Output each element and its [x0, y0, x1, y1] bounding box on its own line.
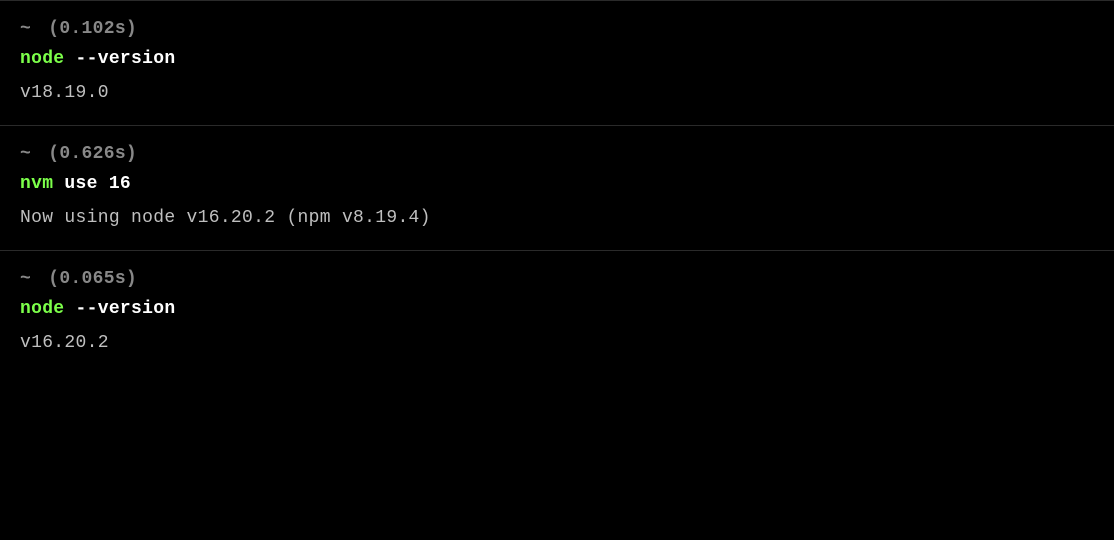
prompt-line: ~ (0.626s) [20, 144, 1094, 164]
command-line: nvm use 16 [20, 174, 1094, 194]
terminal-command-block[interactable]: ~ (0.102s) node --version v18.19.0 [0, 0, 1114, 125]
prompt-line: ~ (0.102s) [20, 19, 1094, 39]
command-output: v16.20.2 [20, 333, 1094, 353]
prompt-path: ~ [20, 269, 31, 289]
command-arguments: --version [64, 299, 175, 319]
command-output: Now using node v16.20.2 (npm v8.19.4) [20, 208, 1094, 228]
command-executable: nvm [20, 174, 53, 194]
command-line: node --version [20, 49, 1094, 69]
prompt-timing: (0.626s) [48, 144, 137, 164]
command-executable: node [20, 299, 64, 319]
prompt-line: ~ (0.065s) [20, 269, 1094, 289]
prompt-timing: (0.065s) [48, 269, 137, 289]
command-output: v18.19.0 [20, 83, 1094, 103]
prompt-path: ~ [20, 19, 31, 39]
prompt-path: ~ [20, 144, 31, 164]
command-line: node --version [20, 299, 1094, 319]
command-arguments: use 16 [53, 174, 131, 194]
command-arguments: --version [64, 49, 175, 69]
terminal-command-block[interactable]: ~ (0.626s) nvm use 16 Now using node v16… [0, 125, 1114, 250]
terminal-command-block[interactable]: ~ (0.065s) node --version v16.20.2 [0, 250, 1114, 375]
command-executable: node [20, 49, 64, 69]
prompt-timing: (0.102s) [48, 19, 137, 39]
